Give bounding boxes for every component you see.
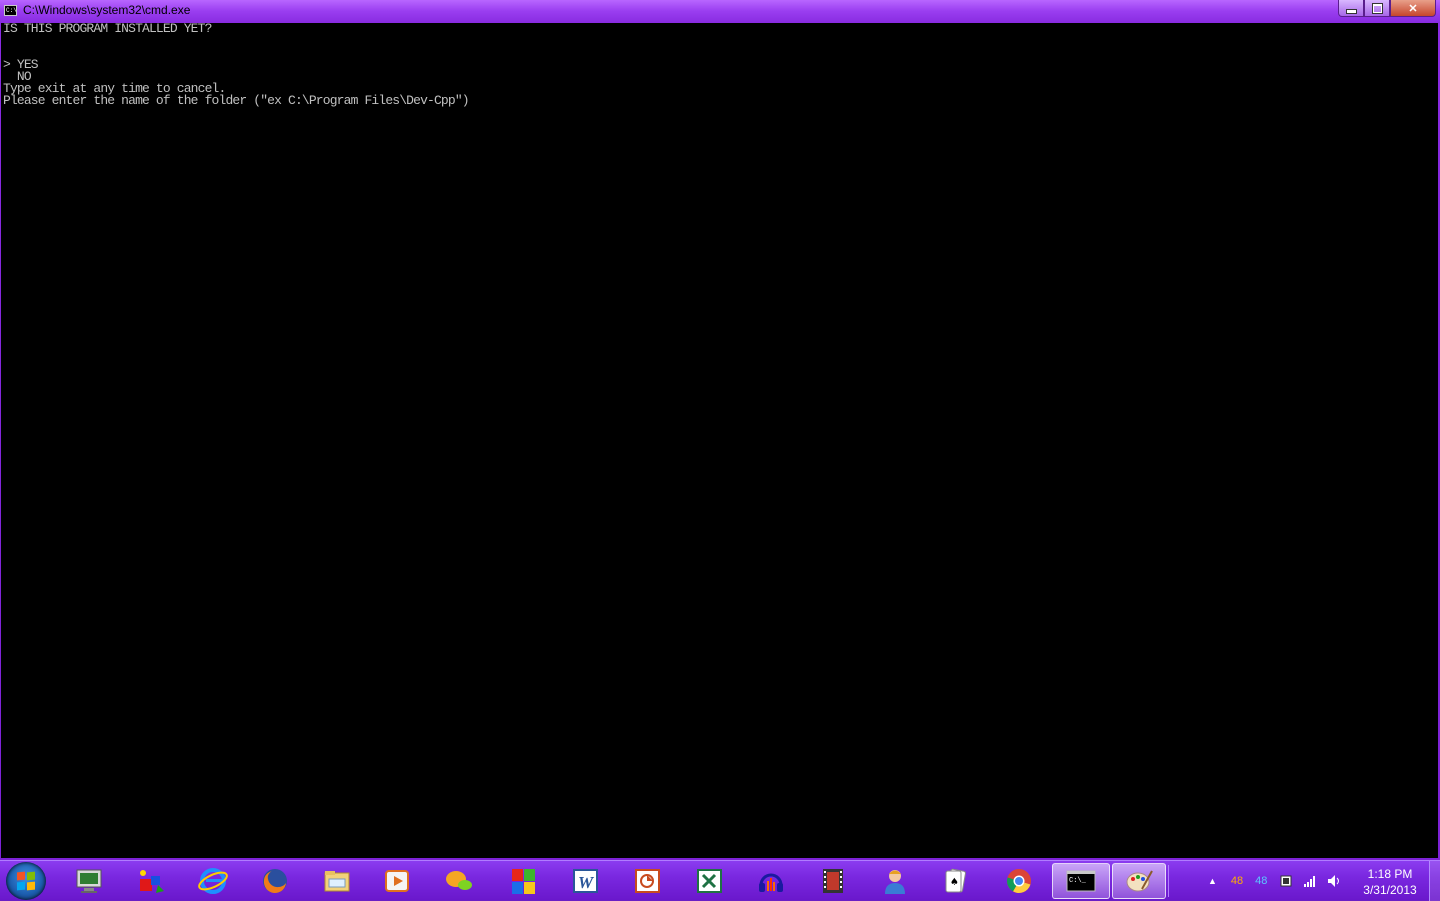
movie-maker-icon [823, 869, 843, 893]
taskbar-divider [1168, 865, 1169, 897]
taskbar-chrome[interactable] [992, 863, 1046, 899]
media-player-icon [385, 870, 409, 892]
taskbar-excel[interactable] [682, 863, 736, 899]
taskbar: W ♠ C:\_ ▲ 48 48 1:18 PM 3/31/2013 [0, 860, 1440, 901]
clock-date: 3/31/2013 [1363, 883, 1417, 897]
console-window: C:\ C:\Windows\system32\cmd.exe ✕ IS THI… [0, 0, 1440, 860]
restore-icon [1372, 3, 1382, 13]
minimize-button[interactable] [1338, 0, 1364, 17]
minimize-icon [1345, 8, 1357, 14]
network-signal-icon[interactable] [1303, 874, 1317, 888]
taskbar-movie-maker[interactable] [806, 863, 860, 899]
file-explorer-icon [324, 871, 350, 892]
chrome-icon [1007, 869, 1031, 893]
taskbar-media-player[interactable] [370, 863, 424, 899]
cmd-icon: C:\_ [1066, 870, 1096, 892]
taskbar-word[interactable]: W [558, 863, 612, 899]
show-hidden-icons-icon[interactable]: ▲ [1208, 876, 1217, 886]
console-prompt: Please enter the name of the folder ("ex… [3, 93, 470, 108]
show-desktop-button[interactable] [1429, 861, 1440, 901]
taskbar-joinme[interactable] [432, 863, 486, 899]
taskbar-internet-explorer[interactable] [186, 863, 240, 899]
tray-temperature-2[interactable]: 48 [1255, 875, 1267, 887]
window-controls: ✕ [1338, 0, 1436, 17]
system-tray: ▲ 48 48 [1208, 861, 1351, 901]
close-icon: ✕ [1408, 2, 1418, 15]
taskbar-file-explorer[interactable] [310, 863, 364, 899]
internet-explorer-icon [198, 868, 228, 894]
action-center-flag-icon[interactable] [1279, 874, 1293, 888]
svg-text:C:\_: C:\_ [1069, 877, 1087, 885]
window-title: C:\Windows\system32\cmd.exe [23, 3, 191, 17]
taskbar-remote-desktop[interactable] [62, 863, 116, 899]
clock-time: 1:18 PM [1367, 867, 1413, 881]
start-button[interactable] [6, 862, 46, 900]
taskbar-powerpoint[interactable] [620, 863, 674, 899]
solitaire-icon: ♠ [945, 868, 966, 893]
close-button[interactable]: ✕ [1390, 0, 1436, 17]
taskbar-user-app[interactable] [868, 863, 922, 899]
restore-button[interactable] [1364, 0, 1390, 17]
taskbar-audacity[interactable] [744, 863, 798, 899]
title-bar[interactable]: C:\ C:\Windows\system32\cmd.exe ✕ [0, 0, 1440, 22]
powerpoint-icon [635, 869, 660, 893]
paint-shapes-icon [140, 870, 164, 893]
taskbar-solitaire[interactable]: ♠ [928, 863, 982, 899]
windows-logo-icon [17, 871, 35, 891]
taskbar-shapes-app[interactable] [124, 863, 178, 899]
taskbar-firefox[interactable] [248, 863, 302, 899]
word-icon: W [573, 869, 598, 893]
taskbar-paint[interactable] [1112, 863, 1166, 899]
svg-text:W: W [578, 873, 595, 892]
clock[interactable]: 1:18 PM 3/31/2013 [1352, 866, 1428, 898]
taskbar-windows-app[interactable] [496, 863, 550, 899]
volume-icon[interactable] [1327, 874, 1341, 888]
excel-icon [697, 869, 722, 893]
svg-text:♠: ♠ [950, 877, 959, 888]
remote-desktop-icon [76, 869, 102, 893]
paint-icon [1126, 870, 1153, 892]
taskbar-cmd[interactable]: C:\_ [1052, 863, 1110, 899]
console-line: IS THIS PROGRAM INSTALLED YET? [3, 21, 212, 36]
console-output[interactable]: IS THIS PROGRAM INSTALLED YET? > YES NO … [1, 21, 1438, 858]
audacity-icon [759, 873, 783, 892]
joinme-icon [446, 871, 472, 890]
firefox-icon [263, 869, 287, 894]
tray-temperature-1[interactable]: 48 [1231, 875, 1243, 887]
windows-flag-app-icon [512, 869, 535, 894]
user-account-icon [885, 870, 905, 894]
cmd-app-icon[interactable]: C:\ [4, 5, 17, 16]
